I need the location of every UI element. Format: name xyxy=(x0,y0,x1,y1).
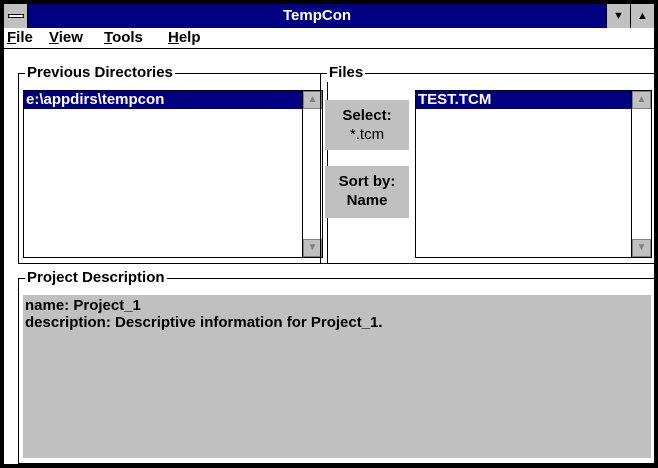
scroll-up-arrow-icon[interactable]: ▲ xyxy=(632,91,651,109)
sort-by-button[interactable]: Sort by: Name xyxy=(325,166,409,218)
project-description-line: description: Descriptive information for… xyxy=(25,314,383,331)
previous-directories-group: Previous Directories e:\appdirs\tempcon … xyxy=(18,64,328,264)
project-description-text[interactable]: name: Project_1 description: Descriptive… xyxy=(23,295,651,458)
menu-file[interactable]: File xyxy=(7,28,33,48)
list-item[interactable]: TEST.TCM xyxy=(416,91,632,109)
sort-by-label: Sort by: xyxy=(338,173,396,190)
project-description-group: Project Description name: Project_1 desc… xyxy=(18,269,656,464)
minimize-icon[interactable]: ▼ xyxy=(606,4,630,28)
list-item[interactable]: e:\appdirs\tempcon xyxy=(24,91,303,109)
title-bar[interactable]: TempCon ▼ ▲ xyxy=(4,4,654,28)
window-title: TempCon xyxy=(282,7,352,24)
files-label: Files xyxy=(327,64,366,82)
files-list[interactable]: TEST.TCM ▲ ▼ xyxy=(415,90,652,258)
sort-by-value: Name xyxy=(346,192,388,209)
previous-directories-label: Previous Directories xyxy=(25,64,175,82)
scroll-down-arrow-icon[interactable]: ▼ xyxy=(632,239,651,257)
previous-directories-list[interactable]: e:\appdirs\tempcon ▲ ▼ xyxy=(23,90,323,258)
menu-view[interactable]: View xyxy=(49,28,83,48)
project-name-line: name: Project_1 xyxy=(25,297,141,314)
system-menu-icon[interactable] xyxy=(4,4,28,28)
files-scrollbar[interactable]: ▲ ▼ xyxy=(631,91,651,257)
previous-directories-scrollbar[interactable]: ▲ ▼ xyxy=(302,91,322,257)
project-description-label: Project Description xyxy=(25,269,167,287)
maximize-icon[interactable]: ▲ xyxy=(630,4,654,28)
select-filter-button[interactable]: Select: *.tcm xyxy=(325,100,409,150)
select-filter-value: *.tcm xyxy=(349,126,385,143)
files-group: Files Select: *.tcm Sort by: Name TEST.T… xyxy=(320,64,656,264)
menu-bar: File View Tools Help xyxy=(4,28,654,49)
app-window: TempCon ▼ ▲ File View Tools Help Previou… xyxy=(0,0,658,468)
select-filter-label: Select: xyxy=(342,107,392,124)
menu-help[interactable]: Help xyxy=(168,28,201,48)
menu-tools[interactable]: Tools xyxy=(104,28,143,48)
